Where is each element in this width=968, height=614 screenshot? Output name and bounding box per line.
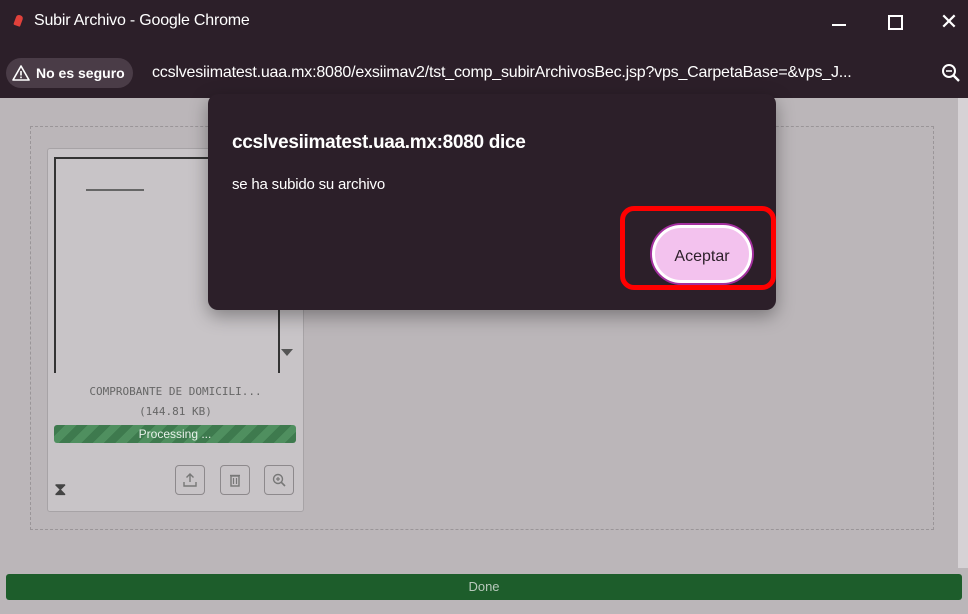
upload-progress-bar: Processing ... (54, 425, 296, 443)
security-label: No es seguro (36, 65, 125, 81)
caret-down-icon[interactable] (281, 349, 293, 356)
hourglass-icon: ⧗ (54, 479, 67, 499)
close-button[interactable]: ✕ (934, 8, 964, 36)
window-title: Subir Archivo - Google Chrome (34, 12, 250, 29)
done-button[interactable]: Done (6, 574, 962, 600)
file-name: COMPROBANTE DE DOMICILI... (89, 385, 262, 398)
scrollbar[interactable] (958, 98, 968, 568)
warning-icon (12, 65, 30, 81)
address-bar: No es seguro ccslvesiimatest.uaa.mx:8080… (0, 44, 968, 98)
security-indicator[interactable]: No es seguro (6, 58, 133, 88)
dialog-title: ccslvesiimatest.uaa.mx:8080 dice (232, 132, 526, 153)
favicon-icon (13, 14, 24, 27)
file-size: (144.81 KB) (139, 405, 212, 418)
highlight-box (620, 206, 776, 290)
minimize-button[interactable] (824, 8, 854, 36)
maximize-icon (888, 15, 903, 30)
preview-line (86, 189, 144, 191)
zoom-preview-button[interactable] (264, 465, 294, 495)
zoom-icon[interactable] (940, 62, 962, 84)
url-text[interactable]: ccslvesiimatest.uaa.mx:8080/exsiimav2/ts… (152, 64, 852, 82)
window-titlebar: Subir Archivo - Google Chrome ✕ (0, 0, 968, 44)
upload-button[interactable] (175, 465, 205, 495)
trash-icon (230, 474, 240, 487)
magnifier-icon (272, 473, 286, 487)
upload-icon (183, 473, 197, 487)
dialog-message: se ha subido su archivo (232, 176, 385, 193)
maximize-button[interactable] (880, 8, 910, 36)
delete-button[interactable] (220, 465, 250, 495)
minimize-icon (832, 24, 846, 26)
bottom-strip (0, 604, 968, 614)
